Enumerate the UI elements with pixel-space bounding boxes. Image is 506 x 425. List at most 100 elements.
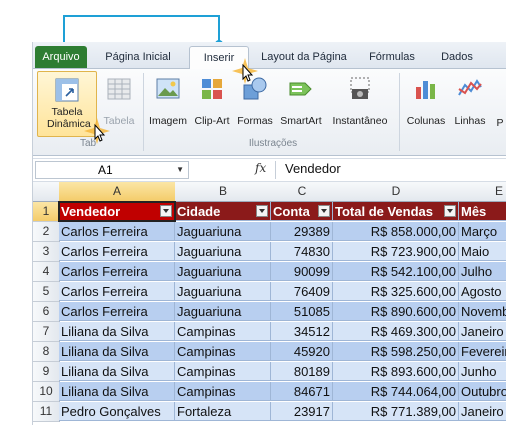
row-header[interactable]: 9 (33, 362, 60, 382)
cell-total-vendas[interactable]: R$ 469.300,00 (333, 322, 459, 341)
row-header[interactable]: 1 (33, 202, 60, 222)
cell-total-vendas[interactable]: R$ 744.064,00 (333, 382, 459, 401)
row-header[interactable]: 6 (33, 302, 60, 322)
row-header[interactable]: 5 (33, 282, 60, 302)
cell-vendedor[interactable]: Carlos Ferreira (59, 242, 175, 261)
cell-total-vendas[interactable]: R$ 325.600,00 (333, 282, 459, 301)
cell-vendedor[interactable]: Carlos Ferreira (59, 262, 175, 281)
select-all-corner[interactable] (33, 182, 60, 202)
cell-total-vendas[interactable]: R$ 723.900,00 (333, 242, 459, 261)
cell-cidade[interactable]: Campinas (175, 342, 271, 361)
cell-vendedor[interactable]: Liliana da Silva (59, 362, 175, 381)
cell-conta[interactable]: 80189 (271, 362, 333, 381)
cell-mes[interactable]: Outubro (459, 382, 506, 401)
clipart-button[interactable]: Clip-Art (189, 71, 235, 135)
cell-cidade[interactable]: Campinas (175, 362, 271, 381)
cell-total-vendas[interactable]: R$ 542.100,00 (333, 262, 459, 281)
cell-mes[interactable]: Maio (459, 242, 506, 261)
cell-mes[interactable]: Janeiro (459, 322, 506, 341)
cell-conta[interactable]: 45920 (271, 342, 333, 361)
chevron-down-icon[interactable]: ▼ (176, 162, 184, 178)
row-header[interactable]: 3 (33, 242, 60, 262)
cell-cidade[interactable]: Jaguariuna (175, 242, 271, 261)
row-header[interactable]: 7 (33, 322, 60, 342)
cell-conta[interactable]: 74830 (271, 242, 333, 261)
cell-total-vendas[interactable]: R$ 858.000,00 (333, 222, 459, 241)
cursor-sparkle-icon (84, 118, 110, 144)
filter-dropdown-icon[interactable] (318, 205, 330, 217)
cell-vendedor[interactable]: Carlos Ferreira (59, 222, 175, 241)
cell-conta[interactable]: 34512 (271, 322, 333, 341)
cell-total-vendas[interactable]: R$ 771.389,00 (333, 402, 459, 421)
cell-mes[interactable]: Janeiro (459, 402, 506, 421)
cell-mes[interactable]: Novembro (459, 302, 506, 321)
cell-cidade[interactable]: Campinas (175, 322, 271, 341)
header-cell-vendedor[interactable]: Vendedor (59, 202, 175, 221)
snapshot-button[interactable]: Instantâneo (327, 71, 393, 135)
column-header-e[interactable]: E (459, 182, 506, 202)
header-cell-conta[interactable]: Conta (271, 202, 333, 221)
columns-chart-button[interactable]: Colunas (403, 71, 449, 135)
row-header[interactable]: 10 (33, 382, 60, 402)
image-button[interactable]: Imagem (147, 71, 189, 135)
name-box[interactable]: A1 ▼ (35, 161, 189, 179)
cell-mes[interactable]: Junho (459, 362, 506, 381)
header-cell-mes[interactable]: Mês (459, 202, 506, 221)
cell-total-vendas[interactable]: R$ 598.250,00 (333, 342, 459, 361)
cell-cidade[interactable]: Campinas (175, 382, 271, 401)
row-header[interactable]: 4 (33, 262, 60, 282)
cell-cidade[interactable]: Jaguariuna (175, 302, 271, 321)
cell-mes[interactable]: Julho (459, 262, 506, 281)
cell-vendedor[interactable]: Liliana da Silva (59, 322, 175, 341)
cursor-sparkle-icon (232, 58, 258, 84)
filter-dropdown-icon[interactable] (160, 205, 172, 217)
row-header[interactable]: 2 (33, 222, 60, 242)
pivot-table-icon (55, 78, 79, 102)
cell-cidade[interactable]: Jaguariuna (175, 262, 271, 281)
cell-vendedor[interactable]: Liliana da Silva (59, 342, 175, 361)
cell-cidade[interactable]: Jaguariuna (175, 282, 271, 301)
row-header[interactable]: 8 (33, 342, 60, 362)
formula-input[interactable]: Vendedor (285, 160, 341, 178)
column-header-a[interactable]: A (59, 182, 176, 202)
cell-mes[interactable]: Fevereiro (459, 342, 506, 361)
column-header-d[interactable]: D (333, 182, 460, 202)
smartart-button[interactable]: SmartArt (277, 71, 325, 135)
cell-vendedor[interactable]: Carlos Ferreira (59, 282, 175, 301)
cell-vendedor[interactable]: Liliana da Silva (59, 382, 175, 401)
cell-cidade[interactable]: Fortaleza (175, 402, 271, 421)
row-header[interactable]: 11 (33, 402, 60, 422)
cell-total-vendas[interactable]: R$ 893.600,00 (333, 362, 459, 381)
header-cell-cidade[interactable]: Cidade (175, 202, 271, 221)
cell-conta[interactable]: 51085 (271, 302, 333, 321)
cell-conta[interactable]: 76409 (271, 282, 333, 301)
cell-conta[interactable]: 23917 (271, 402, 333, 421)
cell-conta[interactable]: 90099 (271, 262, 333, 281)
filter-dropdown-icon[interactable] (444, 205, 456, 217)
tab-layout-da-pagina[interactable]: Layout da Página (255, 46, 353, 68)
cell-vendedor[interactable]: Carlos Ferreira (59, 302, 175, 321)
ribbon-tab-bar: Arquivo Página Inicial Inserir Layout da… (33, 42, 506, 70)
cell-total-vendas[interactable]: R$ 890.600,00 (333, 302, 459, 321)
cell-mes[interactable]: Agosto (459, 282, 506, 301)
filter-dropdown-icon[interactable] (256, 205, 268, 217)
formula-bar-divider (275, 161, 276, 179)
excel-window: Arquivo Página Inicial Inserir Layout da… (32, 42, 506, 425)
column-header-c[interactable]: C (271, 182, 334, 202)
cell-mes[interactable]: Março (459, 222, 506, 241)
column-header-b[interactable]: B (175, 182, 272, 202)
tab-pagina-inicial[interactable]: Página Inicial (97, 46, 179, 68)
header-cell-total-vendas[interactable]: Total de Vendas (333, 202, 459, 221)
clipart-label: Clip-Art (194, 115, 230, 127)
spreadsheet-grid: A B C D E 1 Vendedor Cidade Conta Total de Vendas… (33, 182, 506, 425)
fx-icon[interactable]: fx (255, 161, 266, 175)
tab-arquivo[interactable]: Arquivo (35, 46, 87, 68)
tab-dados[interactable]: Dados (433, 46, 481, 68)
cell-cidade[interactable]: Jaguariuna (175, 222, 271, 241)
more-charts-button[interactable]: P (493, 71, 506, 135)
lines-chart-button[interactable]: Linhas (451, 71, 489, 135)
tab-formulas[interactable]: Fórmulas (361, 46, 423, 68)
cell-conta[interactable]: 84671 (271, 382, 333, 401)
cell-conta[interactable]: 29389 (271, 222, 333, 241)
cell-vendedor[interactable]: Pedro Gonçalves (59, 402, 175, 421)
